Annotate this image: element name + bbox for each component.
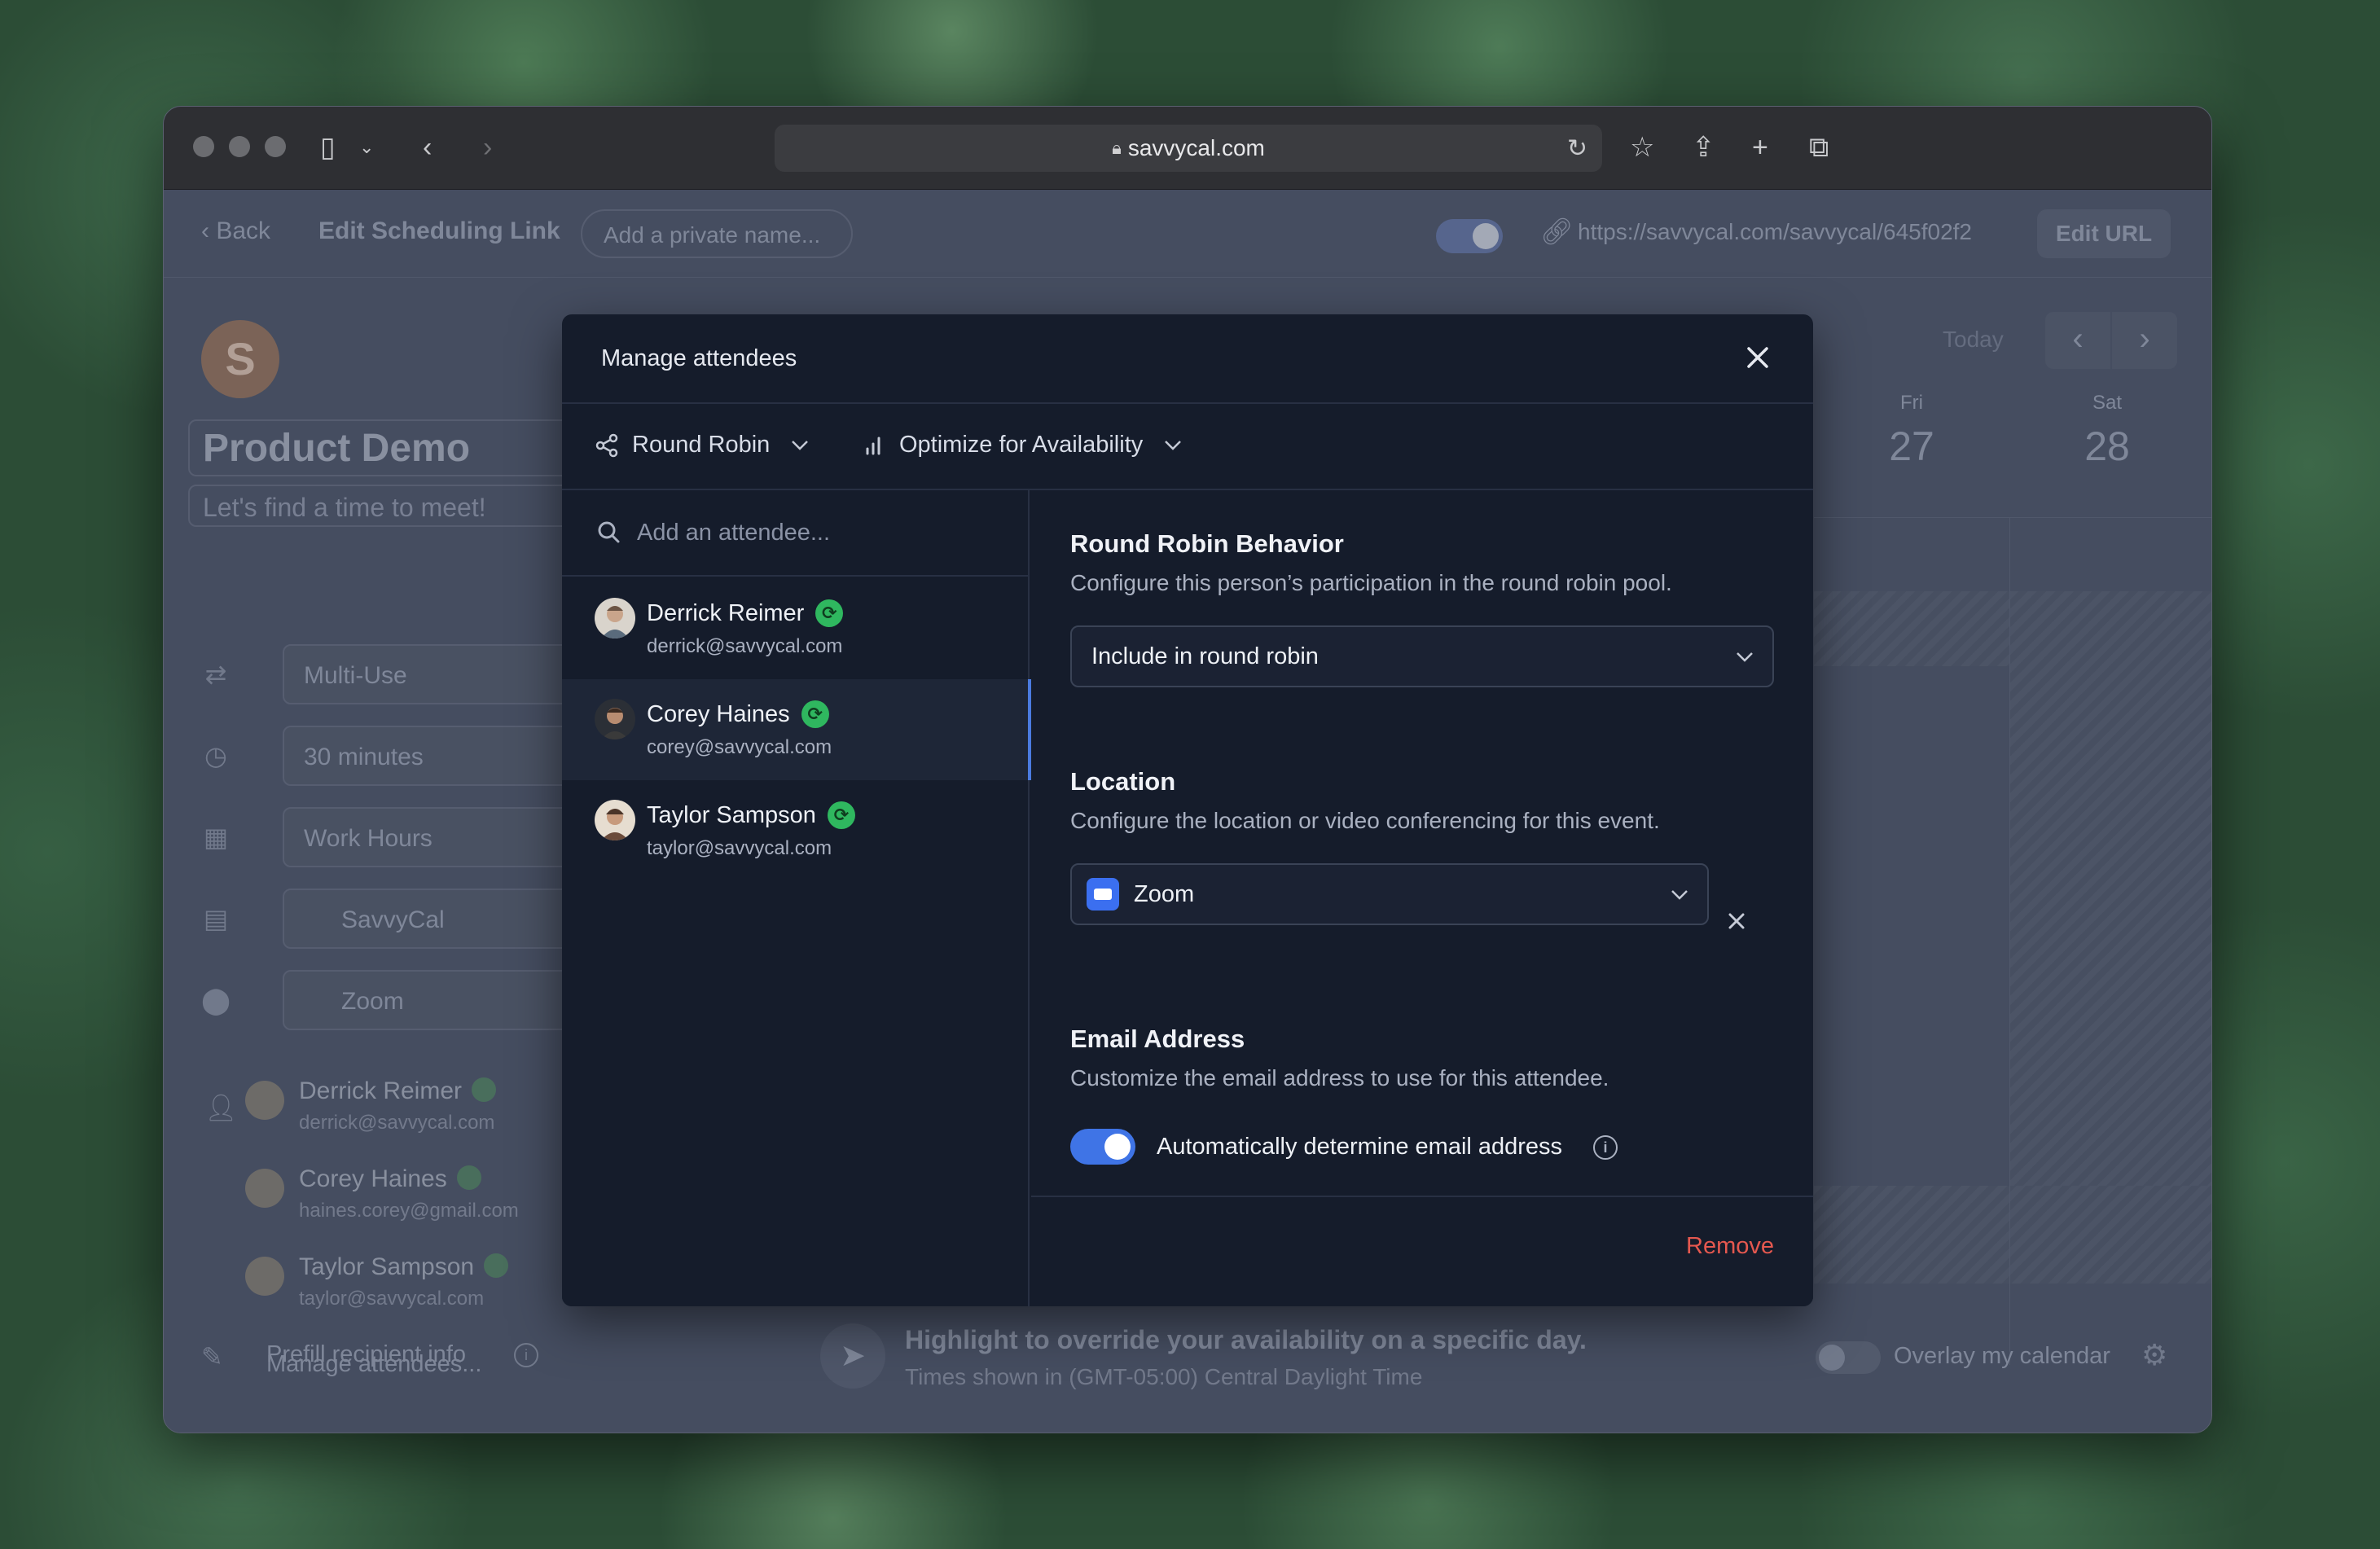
- chevron-down-icon[interactable]: ⌄: [359, 131, 374, 164]
- auto-email-toggle[interactable]: [1070, 1129, 1135, 1165]
- bar-chart-icon: [866, 437, 880, 454]
- chevron-down-icon: [1165, 440, 1182, 450]
- forward-nav-icon[interactable]: ›: [483, 131, 492, 164]
- chevron-down-icon: [792, 440, 809, 450]
- location-select[interactable]: Zoom: [1070, 863, 1709, 925]
- auto-email-label: Automatically determine email address: [1157, 1134, 1563, 1160]
- email-section-description: Customize the email address to use for t…: [1070, 1065, 1609, 1090]
- modal-title: Manage attendees: [601, 345, 797, 371]
- optimize-dropdown[interactable]: Optimize for Availability: [863, 432, 1182, 459]
- sync-icon: ⟳: [815, 599, 844, 627]
- browser-toolbar: ▯ ⌄ ‹ › 🔒︎ savvycal.com ↻ ☆ ⇪ + ⧉: [164, 107, 2211, 190]
- attendee-settings-panel: Round Robin Behavior Configure this pers…: [1031, 490, 1813, 1306]
- round-robin-label: Round Robin: [632, 432, 771, 458]
- attendee-item-corey[interactable]: Corey Haines ⟳ corey@savvycal.com: [562, 679, 1031, 780]
- modal-header: Manage attendees: [562, 314, 1813, 404]
- close-button[interactable]: [1738, 339, 1777, 378]
- back-nav-icon[interactable]: ‹: [423, 131, 432, 164]
- sync-icon: ⟳: [827, 801, 855, 829]
- round-robin-behavior-select[interactable]: Include in round robin: [1070, 625, 1774, 687]
- avatar: [595, 800, 635, 840]
- attendee-item-taylor[interactable]: Taylor Sampson ⟳ taylor@savvycal.com: [562, 780, 1030, 881]
- round-robin-section-title: Round Robin Behavior: [1070, 529, 1344, 558]
- close-icon: [1747, 347, 1768, 368]
- round-robin-section-description: Configure this person’s participation in…: [1070, 570, 1672, 595]
- optimize-label: Optimize for Availability: [899, 432, 1144, 458]
- new-tab-icon[interactable]: +: [1752, 131, 1768, 164]
- sidebar-toggle-icon[interactable]: ▯: [320, 131, 336, 164]
- address-bar[interactable]: 🔒︎ savvycal.com ↻: [775, 125, 1602, 172]
- minimize-window-button[interactable]: [229, 136, 250, 157]
- close-window-button[interactable]: [193, 136, 214, 157]
- share-icon[interactable]: ⇪: [1692, 131, 1715, 164]
- star-icon[interactable]: ☆: [1630, 131, 1654, 164]
- remove-attendee-button[interactable]: Remove: [1686, 1233, 1774, 1260]
- search-input[interactable]: [637, 513, 995, 552]
- zoom-icon: [1087, 878, 1119, 911]
- email-section-title: Email Address: [1070, 1025, 1245, 1053]
- window-controls: [193, 136, 286, 157]
- share-nodes-icon: [595, 433, 618, 457]
- manage-attendees-modal: Manage attendees Round Robin Optimize fo…: [562, 314, 1813, 1306]
- chevron-down-icon: [1737, 652, 1753, 662]
- address-text: savvycal.com: [1127, 135, 1265, 160]
- chevron-down-icon: [1671, 890, 1688, 900]
- info-icon[interactable]: i: [1593, 1135, 1618, 1160]
- lock-icon: 🔒︎: [1112, 138, 1122, 158]
- location-section-title: Location: [1070, 767, 1176, 796]
- avatar: [595, 699, 635, 739]
- zoom-window-button[interactable]: [265, 136, 286, 157]
- location-section-description: Configure the location or video conferen…: [1070, 808, 1660, 833]
- attendee-search: [562, 490, 1028, 577]
- tab-overview-icon[interactable]: ⧉: [1809, 131, 1829, 164]
- close-icon: [1728, 913, 1745, 929]
- reload-icon[interactable]: ↻: [1567, 134, 1587, 163]
- sync-icon: ⟳: [801, 700, 829, 728]
- modal-toolbar: Round Robin Optimize for Availability: [562, 404, 1813, 490]
- search-icon: [598, 521, 620, 543]
- attendee-list-panel: Derrick Reimer⟳ derrick@savvycal.com Cor…: [562, 490, 1031, 1306]
- avatar: [595, 598, 635, 638]
- clear-location-button[interactable]: [1720, 906, 1753, 938]
- attendee-item-derrick[interactable]: Derrick Reimer ⟳ derrick@savvycal.com: [562, 578, 1030, 679]
- modal-footer: Remove: [1031, 1196, 1813, 1306]
- round-robin-dropdown[interactable]: Round Robin: [595, 432, 809, 459]
